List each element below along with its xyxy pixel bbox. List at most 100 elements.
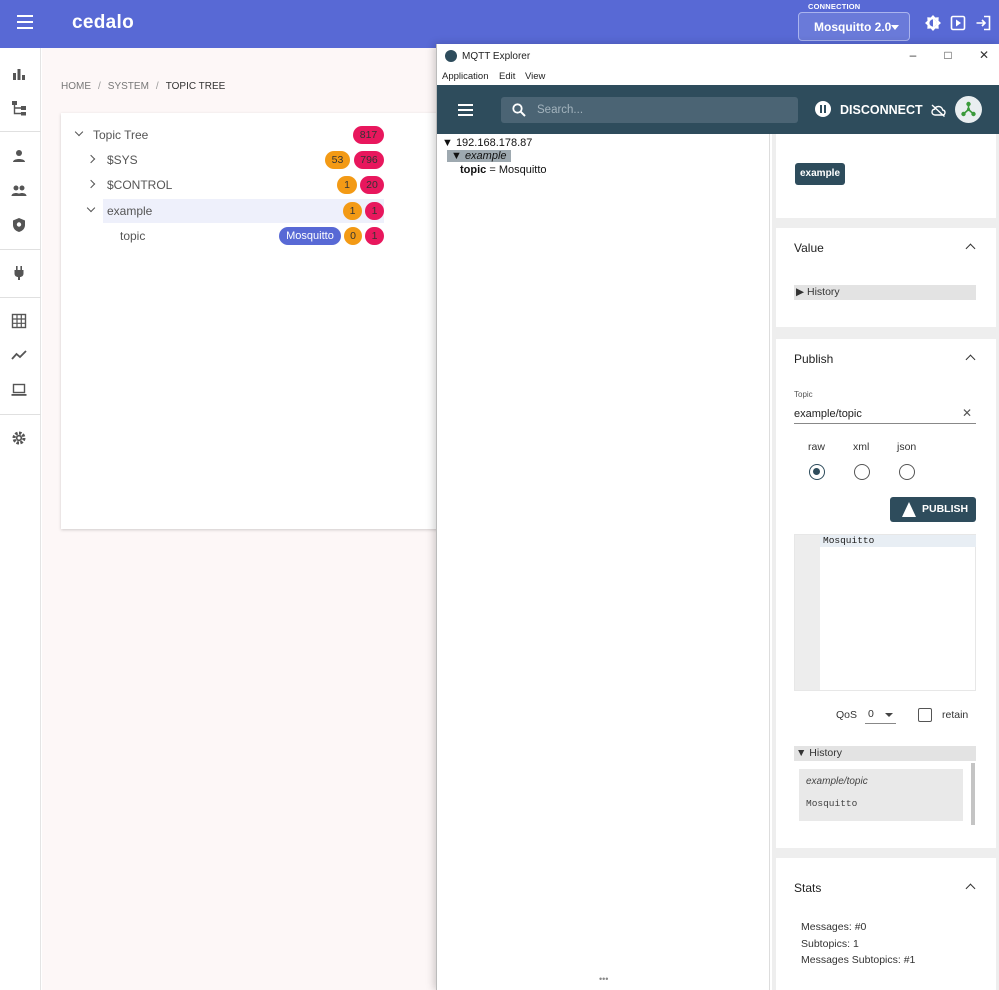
connection-value: Mosquitto 2.0 bbox=[814, 20, 892, 34]
breadcrumb-home[interactable]: HOME bbox=[61, 81, 91, 92]
maximize-button[interactable]: □ bbox=[939, 48, 957, 64]
close-button[interactable]: ✕ bbox=[975, 48, 993, 64]
payload-text[interactable]: Mosquitto bbox=[823, 535, 874, 546]
connection-label: CONNECTION bbox=[808, 2, 861, 11]
grid-icon[interactable] bbox=[11, 313, 27, 329]
pause-icon bbox=[815, 101, 831, 117]
details-sidebar: example Value ▶ History Publish Topic ✕ … bbox=[772, 134, 999, 990]
count-badge: 1 bbox=[365, 202, 384, 220]
chevron-up-icon[interactable] bbox=[965, 354, 976, 365]
plug-icon[interactable] bbox=[11, 265, 27, 281]
count-badge: 1 bbox=[337, 176, 357, 194]
history-entry-value: Mosquitto bbox=[806, 798, 858, 809]
count-badge: 1 bbox=[343, 202, 362, 220]
rail-divider bbox=[0, 297, 41, 298]
tree-node-topic[interactable]: topic = Mosquitto bbox=[460, 164, 547, 176]
breadcrumb: HOME / SYSTEM / TOPIC TREE bbox=[61, 81, 226, 92]
avatar[interactable] bbox=[955, 96, 982, 123]
search-icon bbox=[512, 103, 526, 117]
format-label-raw: raw bbox=[808, 441, 825, 453]
count-badge: 20 bbox=[360, 176, 384, 194]
payload-editor[interactable]: Mosquitto bbox=[794, 534, 976, 691]
mqtt-explorer-window: MQTT Explorer – □ ✕ Application Edit Vie… bbox=[436, 44, 999, 990]
history-entry-topic: example/topic bbox=[806, 776, 868, 787]
brand-logo: cedalo bbox=[72, 12, 134, 33]
tree-node-host[interactable]: ▼ 192.168.178.87 bbox=[442, 137, 532, 149]
search-box[interactable] bbox=[501, 97, 798, 123]
topic-chip-example[interactable]: example bbox=[795, 163, 846, 185]
window-title: MQTT Explorer bbox=[462, 51, 531, 62]
logout-icon[interactable] bbox=[975, 15, 991, 31]
gear-icon[interactable] bbox=[11, 430, 27, 446]
count-badge: 53 bbox=[325, 151, 350, 169]
chevron-down-icon[interactable] bbox=[86, 203, 96, 213]
menu-icon[interactable] bbox=[458, 104, 474, 119]
menu-view[interactable]: View bbox=[525, 71, 545, 82]
chevron-down-icon[interactable] bbox=[74, 127, 84, 137]
rail-divider bbox=[0, 414, 41, 415]
connection-select[interactable]: Mosquitto 2.0 bbox=[798, 12, 910, 41]
format-radio-json[interactable] bbox=[899, 464, 915, 480]
chevron-up-icon[interactable] bbox=[965, 243, 976, 254]
count-badge: 796 bbox=[354, 151, 384, 169]
topic-field-label: Topic bbox=[794, 390, 813, 399]
breadcrumb-current: TOPIC TREE bbox=[165, 81, 226, 92]
trend-icon[interactable] bbox=[11, 347, 27, 363]
chevron-up-icon[interactable] bbox=[965, 883, 976, 894]
menu-application[interactable]: Application bbox=[442, 71, 488, 82]
value-title: Value bbox=[794, 241, 824, 255]
tree-row-topic[interactable]: topic Mosquitto 0 1 bbox=[61, 224, 442, 248]
menu-edit[interactable]: Edit bbox=[499, 71, 515, 82]
tree-row-control[interactable]: $CONTROL 1 20 bbox=[61, 173, 442, 197]
value-panel: Value ▶ History bbox=[776, 228, 996, 327]
tree-label[interactable]: $SYS bbox=[107, 153, 138, 167]
stats-panel: Stats Messages: #0 Subtopics: 1 Messages… bbox=[776, 858, 996, 990]
brightness-icon[interactable] bbox=[925, 15, 941, 31]
laptop-icon[interactable] bbox=[11, 382, 27, 398]
publish-history-toggle[interactable]: ▼ History bbox=[794, 746, 976, 761]
format-label-json: json bbox=[897, 441, 917, 453]
menu-icon[interactable] bbox=[17, 15, 35, 31]
app-icon bbox=[445, 50, 457, 62]
retain-label: retain bbox=[942, 709, 969, 721]
person-icon[interactable] bbox=[11, 148, 27, 164]
disconnect-button[interactable]: DISCONNECT bbox=[815, 101, 946, 118]
tree-row-root[interactable]: Topic Tree 817 bbox=[61, 123, 442, 147]
value-history-toggle[interactable]: ▶ History bbox=[794, 285, 976, 300]
hierarchy-icon[interactable] bbox=[11, 100, 27, 116]
tree-label[interactable]: Topic Tree bbox=[93, 128, 148, 142]
chevron-right-icon[interactable] bbox=[86, 154, 96, 164]
qos-select[interactable]: 0 bbox=[865, 707, 896, 724]
publish-title: Publish bbox=[794, 352, 834, 366]
publish-topic-input[interactable] bbox=[794, 404, 976, 424]
chevron-right-icon[interactable] bbox=[86, 179, 96, 189]
stats-title: Stats bbox=[794, 881, 822, 895]
group-icon[interactable] bbox=[11, 182, 27, 198]
tree-label[interactable]: example bbox=[107, 204, 152, 218]
format-radio-raw[interactable] bbox=[809, 464, 825, 480]
retain-checkbox[interactable] bbox=[918, 708, 932, 722]
format-radio-xml[interactable] bbox=[854, 464, 870, 480]
scrollbar[interactable] bbox=[971, 763, 975, 825]
bottom-drag-handle[interactable]: ••• bbox=[599, 974, 608, 984]
tree-label[interactable]: topic bbox=[120, 229, 145, 243]
tree-node-example[interactable]: ▼ example bbox=[447, 150, 511, 162]
shield-icon[interactable] bbox=[11, 217, 27, 233]
publish-button[interactable]: PUBLISH bbox=[890, 497, 976, 522]
count-badge: 1 bbox=[365, 227, 384, 245]
tree-row-example[interactable]: example 1 1 bbox=[86, 199, 384, 223]
value-badge: Mosquitto bbox=[279, 227, 341, 245]
count-badge: 817 bbox=[353, 126, 384, 144]
bar-chart-icon[interactable] bbox=[11, 66, 27, 82]
play-box-icon[interactable] bbox=[950, 15, 966, 31]
history-entry[interactable]: example/topic Mosquitto bbox=[799, 769, 963, 821]
tree-label[interactable]: $CONTROL bbox=[107, 178, 172, 192]
minimize-button[interactable]: – bbox=[904, 48, 922, 64]
qos-label: QoS bbox=[836, 709, 858, 721]
search-input[interactable] bbox=[537, 102, 787, 118]
stat-subtopics: Subtopics: 1 bbox=[801, 938, 859, 950]
mqtt-toolbar: DISCONNECT bbox=[437, 85, 999, 134]
breadcrumb-system[interactable]: SYSTEM bbox=[108, 81, 149, 92]
clear-icon[interactable]: ✕ bbox=[962, 406, 972, 420]
tree-row-sys[interactable]: $SYS 53 796 bbox=[61, 148, 442, 172]
